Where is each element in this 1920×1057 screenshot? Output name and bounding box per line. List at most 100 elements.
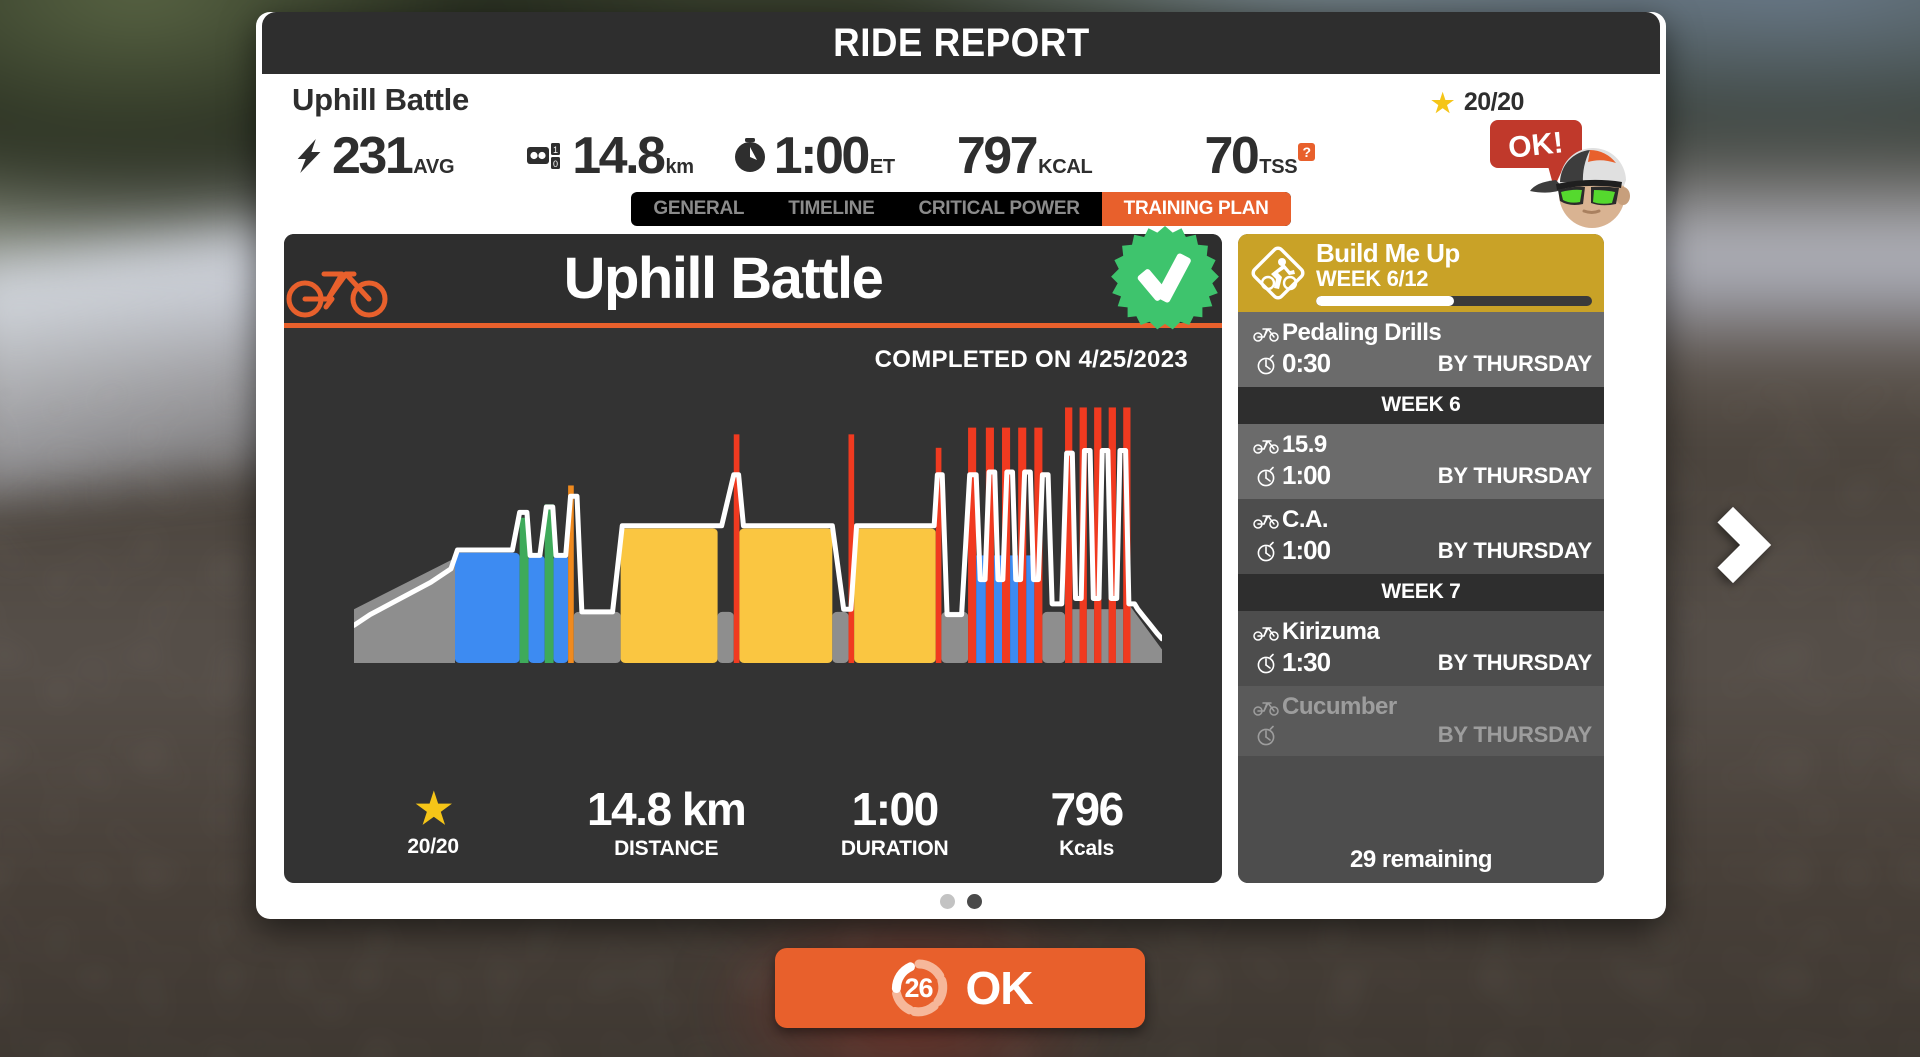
plan-workout-name: Kirizuma [1282, 618, 1380, 645]
ride-report-modal: RIDE REPORT Uphill Battle ★ 20/20 231 AV… [256, 12, 1666, 919]
tss-unit: TSS [1259, 156, 1298, 178]
elapsed-time-value: 1:00 [773, 127, 871, 185]
chevron-right-icon [1694, 506, 1772, 584]
ok-button-label: OK [965, 962, 1034, 1014]
metric-elapsed-time: 1:00 ET [732, 130, 895, 182]
pager-dots [256, 883, 1666, 919]
stopwatch-icon [1250, 652, 1282, 674]
tss-help-icon[interactable]: ? [1298, 143, 1316, 161]
plan-workout-name: Cucumber [1282, 693, 1397, 720]
metric-tss: 70 TSS ? [1204, 127, 1316, 185]
plan-remaining-footer: 29 remaining [1238, 839, 1604, 883]
plan-name: Build Me Up [1316, 237, 1460, 268]
metric-avg-power: 231 AVG [296, 127, 455, 185]
rating-summary: ★ 20/20 [1431, 88, 1524, 117]
kcal-unit: KCAL [1038, 156, 1093, 178]
plan-workout-duration: 1:00 [1282, 460, 1331, 490]
avg-power-value: 231 [332, 127, 414, 185]
stat-distance-value: 14.8 km [587, 782, 747, 835]
plan-workout-row[interactable]: Kirizuma 1:30 BY THURSDAY [1238, 611, 1604, 686]
svg-text:1: 1 [553, 145, 558, 155]
pager-dot-2[interactable] [967, 893, 982, 909]
plan-workout-row[interactable]: Pedaling Drills 0:30 BY THURSDAY [1238, 312, 1604, 387]
tab-critical-power[interactable]: CRITICAL POWER [896, 192, 1101, 226]
bicycle-icon [1250, 512, 1282, 529]
avg-power-unit: AVG [413, 156, 455, 178]
stat-kcals-label: Kcals [1059, 837, 1115, 861]
stat-rating-star: ★ [415, 784, 453, 832]
stopwatch-icon [1250, 540, 1282, 562]
training-plan-header: Build Me Up WEEK 6/12 [1238, 234, 1604, 312]
metric-distance: 1 0 14.8 km [526, 130, 694, 182]
tab-timeline[interactable]: TIMELINE [766, 192, 896, 226]
tab-training-plan[interactable]: TRAINING PLAN [1101, 192, 1291, 226]
plan-week: WEEK 6/12 [1316, 266, 1429, 292]
metrics-row: 231 AVG 1 0 14.8 km 1:00 ET 797 KCAL 70 … [292, 120, 1630, 182]
check-icon [1137, 251, 1193, 307]
ride-summary: Uphill Battle ★ 20/20 231 AVG 1 0 14.8 k… [256, 74, 1666, 228]
stat-distance: 14.8 km DISTANCE [538, 785, 794, 861]
stat-kcals: 796 Kcals [995, 785, 1178, 861]
completed-on: COMPLETED ON 4/25/2023 [874, 346, 1188, 373]
plan-workout-name: C.A. [1282, 506, 1329, 533]
plan-workout-name: Pedaling Drills [1282, 319, 1442, 346]
stat-duration-value: 1:00 [851, 782, 940, 835]
stat-rating-label: 20/20 [407, 835, 459, 859]
workout-card: Uphill Battle COMPLETED ON 4/25/2023 ★ 2… [284, 226, 1222, 883]
stopwatch-icon [1250, 353, 1282, 375]
countdown-timer: 26 [888, 957, 950, 1019]
training-plan-panel: Build Me Up WEEK 6/12 Pedaling Drills 0:3… [1238, 234, 1604, 883]
rating-value: 20/20 [1463, 88, 1525, 116]
stat-duration-label: DURATION [840, 837, 949, 861]
distance-value: 14.8 [572, 127, 666, 185]
page-title: RIDE REPORT [832, 20, 1090, 65]
avatar[interactable]: OK! [1452, 118, 1642, 228]
distance-unit: km [665, 156, 694, 178]
workout-stats-row: ★ 20/20 14.8 km DISTANCE 1:00 DURATION 7… [284, 773, 1222, 883]
plan-workout-due: BY THURSDAY [1437, 462, 1592, 488]
plan-workout-row[interactable]: C.A. 1:00 BY THURSDAY [1238, 499, 1604, 574]
workout-card-header: Uphill Battle [284, 226, 1222, 330]
countdown-value: 26 [904, 972, 933, 1003]
pager-dot-1[interactable] [940, 893, 955, 909]
ok-button[interactable]: 26 OK [775, 948, 1145, 1028]
bicycle-icon [284, 260, 392, 323]
tss-value: 70 [1204, 127, 1259, 185]
chart-canvas [354, 394, 1162, 663]
svg-text:0: 0 [553, 159, 558, 169]
stat-rating: ★ 20/20 [328, 784, 538, 859]
plan-workout-name: 15.9 [1282, 431, 1327, 458]
stat-duration: 1:00 DURATION [794, 785, 995, 861]
bicycle-icon [1250, 325, 1282, 342]
plan-workout-due: BY THURSDAY [1437, 537, 1592, 563]
ride-name: Uphill Battle [292, 82, 469, 117]
report-content: Uphill Battle COMPLETED ON 4/25/2023 ★ 2… [256, 226, 1666, 883]
tab-general[interactable]: GENERAL [631, 192, 766, 226]
road-sign-cyclist-icon [1250, 245, 1306, 301]
plan-workout-duration: 0:30 [1282, 348, 1331, 378]
plan-workout-row[interactable]: Cucumber BY THURSDAY [1238, 686, 1604, 756]
bicycle-icon [1250, 624, 1282, 641]
report-tabs: GENERAL TIMELINE CRITICAL POWER TRAINING… [631, 192, 1291, 226]
svg-text:OK!: OK! [1507, 126, 1565, 165]
plan-progress-bar [1316, 296, 1592, 307]
bicycle-icon [1250, 437, 1282, 454]
workout-profile-chart [284, 374, 1222, 773]
plan-week-header: WEEK 6 [1238, 387, 1604, 424]
next-page-arrow[interactable] [1690, 490, 1776, 600]
elapsed-time-unit: ET [869, 156, 895, 178]
odometer-icon: 1 0 [526, 142, 566, 170]
metric-kcal: 797 KCAL [957, 130, 1093, 182]
stat-distance-label: DISTANCE [614, 837, 719, 861]
stat-kcals-value: 796 [1050, 782, 1124, 835]
plan-workout-duration: 1:00 [1282, 535, 1331, 565]
power-bolt-icon [296, 137, 326, 175]
plan-workout-duration: 1:30 [1282, 647, 1331, 677]
star-icon: ★ [1431, 87, 1454, 118]
workout-title: Uphill Battle [563, 246, 884, 311]
kcal-value: 797 [956, 127, 1039, 185]
plan-workout-due: BY THURSDAY [1437, 649, 1592, 675]
plan-workout-row[interactable]: 15.9 1:00 BY THURSDAY [1238, 424, 1604, 499]
training-plan-list: Pedaling Drills 0:30 BY THURSDAY WEEK 6 15.9… [1238, 312, 1604, 756]
modal-titlebar: RIDE REPORT [262, 12, 1660, 74]
